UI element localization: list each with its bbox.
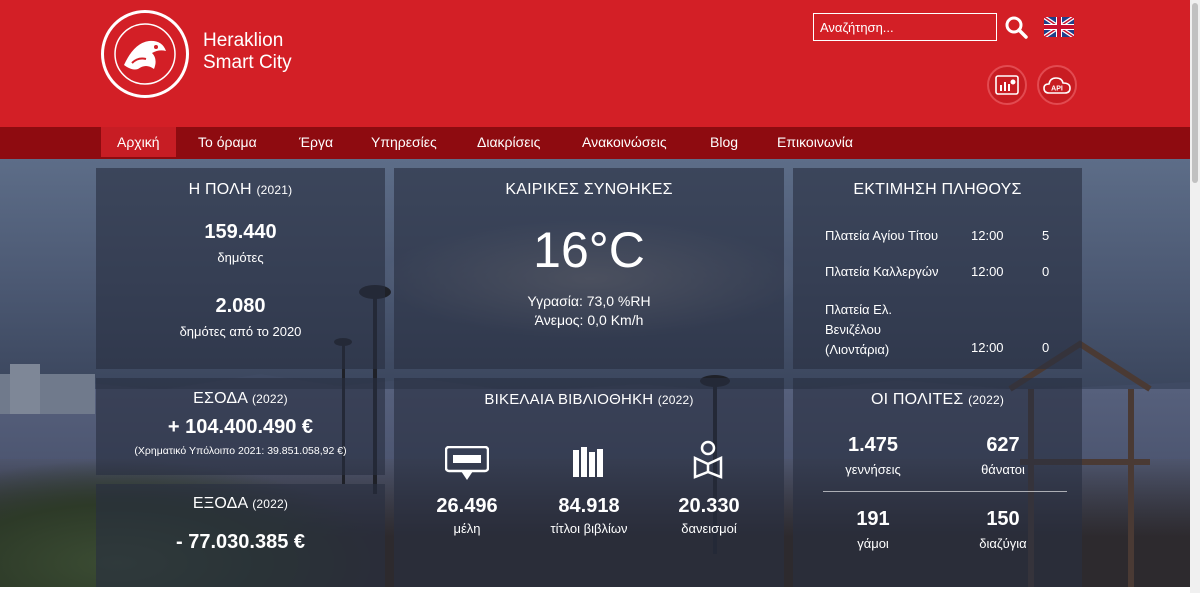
crowd-row-3-time: 12:00: [971, 340, 1004, 355]
expenses-title: ΕΞΟΔΑ: [192, 495, 248, 512]
nav-item-blog[interactable]: Blog: [694, 127, 754, 157]
api-button[interactable]: API: [1037, 65, 1077, 105]
income-year: (2022): [251, 392, 288, 406]
temperature-value: 16°C: [533, 222, 645, 278]
library-loans-value: 20.330: [678, 495, 740, 517]
divorces-label: διαζύγια: [979, 536, 1027, 551]
site-title-line1: Heraklion: [203, 30, 284, 51]
cloud-api-icon: API: [1043, 77, 1071, 94]
nav-item-announcements[interactable]: Ανακοινώσεις: [566, 127, 683, 157]
births-label: γεννήσεις: [845, 462, 901, 477]
crowd-row-1-count: 5: [1042, 228, 1050, 243]
site-title-line2: Smart City: [203, 52, 292, 73]
new-residents-value: 2.080: [215, 295, 266, 317]
marriages-label: γάμοι: [857, 536, 889, 551]
income-title: ΕΣΟΔΑ: [193, 390, 248, 407]
income-panel: ΕΣΟΔΑ (2022) + 104.400.490 € (Χρηματικό …: [96, 378, 385, 475]
library-panel: ΒΙΚΕΛΑΙΑ ΒΙΒΛΙΟΘΗΚΗ (2022) 26.496 μέλη 8…: [394, 378, 784, 587]
crowd-row-3-place-line3: (Λιοντάρια): [825, 342, 890, 357]
hero-background: Η ΠΟΛΗ (2021) 159.440 δημότες 2.080 δημό…: [0, 159, 1190, 587]
crowd-row-2-count: 0: [1042, 264, 1050, 279]
scrollbar-thumb[interactable]: [1192, 3, 1198, 183]
residents-value: 159.440: [204, 221, 277, 243]
residents-label: δημότες: [217, 250, 264, 265]
library-year: (2022): [657, 393, 694, 407]
crowd-title: ΕΚΤΙΜΗΣΗ ΠΛΗΘΟΥΣ: [853, 181, 1022, 198]
crowd-row-3-count: 0: [1042, 340, 1050, 355]
crowd-row-3-place-line2: Βενιζέλου: [825, 322, 882, 337]
city-year: (2021): [256, 183, 293, 197]
search-button[interactable]: [1004, 15, 1028, 39]
library-titles-value: 84.918: [558, 495, 620, 517]
new-residents-label: δημότες από το 2020: [179, 324, 302, 339]
deaths-value: 627: [986, 434, 1020, 456]
nav-item-services[interactable]: Υπηρεσίες: [355, 127, 453, 157]
income-note: (Χρηματικό Υπόλοιπο 2021: 39.851.058,92 …: [134, 445, 347, 457]
main-navigation: Αρχική Το όραμα Έργα Υπηρεσίες Διακρίσει…: [0, 127, 1190, 159]
statistics-button[interactable]: [987, 65, 1027, 105]
library-panel-title: ΒΙΚΕΛΑΙΑ ΒΙΒΛΙΟΘΗΚΗ (2022): [394, 391, 784, 408]
library-members-label: μέλη: [453, 521, 481, 536]
search-icon: [1005, 16, 1028, 39]
library-members-value: 26.496: [436, 495, 498, 517]
citizens-year: (2022): [968, 393, 1005, 407]
nav-item-vision[interactable]: Το όραμα: [182, 127, 273, 157]
nav-item-contact[interactable]: Επικοινωνία: [761, 127, 869, 157]
expenses-value: - 77.030.385 €: [176, 531, 305, 553]
city-panel-title: Η ΠΟΛΗ (2021): [96, 181, 385, 199]
expenses-year: (2022): [252, 497, 289, 511]
nav-item-awards[interactable]: Διακρίσεις: [461, 127, 556, 157]
logo-emblem-icon: [114, 23, 176, 85]
books-icon: [573, 447, 603, 477]
citizens-panel-title: ΟΙ ΠΟΛΙΤΕΣ (2022): [793, 391, 1082, 409]
members-card-icon: [445, 446, 489, 480]
income-panel-title: ΕΣΟΔΑ (2022): [96, 390, 385, 408]
crowd-row-3-place: Πλατεία Ελ. Βενιζέλου (Λιοντάρια): [825, 300, 892, 360]
nav-item-projects[interactable]: Έργα: [283, 127, 349, 157]
crowd-row-2-time: 12:00: [971, 264, 1004, 279]
humidity-value: Υγρασία: 73,0 %RH: [527, 293, 651, 309]
search-input[interactable]: [813, 13, 997, 41]
uk-flag-icon: [1042, 15, 1076, 39]
marriages-value: 191: [856, 508, 890, 530]
nav-item-home[interactable]: Αρχική: [101, 127, 176, 157]
crowd-panel: ΕΚΤΙΜΗΣΗ ΠΛΗΘΟΥΣ Πλατεία Αγίου Τίτου 12:…: [793, 168, 1082, 369]
citizens-title: ΟΙ ΠΟΛΙΤΕΣ: [870, 391, 964, 408]
dashboard-chart-icon: [995, 75, 1019, 95]
crowd-row-1-time: 12:00: [971, 228, 1004, 243]
english-language-button[interactable]: [1042, 15, 1076, 39]
divorces-value: 150: [986, 508, 1020, 530]
income-value: + 104.400.490 €: [167, 416, 314, 438]
reader-icon: [693, 440, 723, 479]
library-loans-label: δανεισμοί: [681, 521, 737, 536]
expenses-panel: ΕΞΟΔΑ (2022) - 77.030.385 €: [96, 484, 385, 587]
library-title: ΒΙΚΕΛΑΙΑ ΒΙΒΛΙΟΘΗΚΗ: [484, 391, 654, 408]
citizens-panel: ΟΙ ΠΟΛΙΤΕΣ (2022) 1.475 γεννήσεις 627 θά…: [793, 378, 1082, 587]
page-bottom: [0, 587, 1190, 593]
deaths-label: θάνατοι: [981, 462, 1025, 477]
site-title[interactable]: Heraklion Smart City: [203, 30, 292, 74]
crowd-row-2-place: Πλατεία Καλλεργών: [825, 264, 939, 279]
births-value: 1.475: [847, 434, 899, 456]
city-logo[interactable]: [101, 10, 189, 98]
city-panel: Η ΠΟΛΗ (2021) 159.440 δημότες 2.080 δημό…: [96, 168, 385, 369]
crowd-row-3-place-line1: Πλατεία Ελ.: [825, 302, 892, 317]
expenses-panel-title: ΕΞΟΔΑ (2022): [96, 495, 385, 513]
wind-value: Άνεμος: 0,0 Km/h: [534, 312, 644, 328]
library-titles-label: τίτλοι βιβλίων: [550, 521, 628, 536]
weather-panel: ΚΑΙΡΙΚΕΣ ΣΥΝΘΗΚΕΣ 16°C Υγρασία: 73,0 %RH…: [394, 168, 784, 369]
site-header: Heraklion Smart City A: [0, 0, 1190, 127]
weather-title: ΚΑΙΡΙΚΕΣ ΣΥΝΘΗΚΕΣ: [505, 181, 673, 198]
api-icon-label: API: [1051, 86, 1063, 93]
citizens-divider: [823, 491, 1067, 492]
city-title: Η ΠΟΛΗ: [188, 181, 252, 198]
crowd-row-1-place: Πλατεία Αγίου Τίτου: [825, 228, 939, 243]
